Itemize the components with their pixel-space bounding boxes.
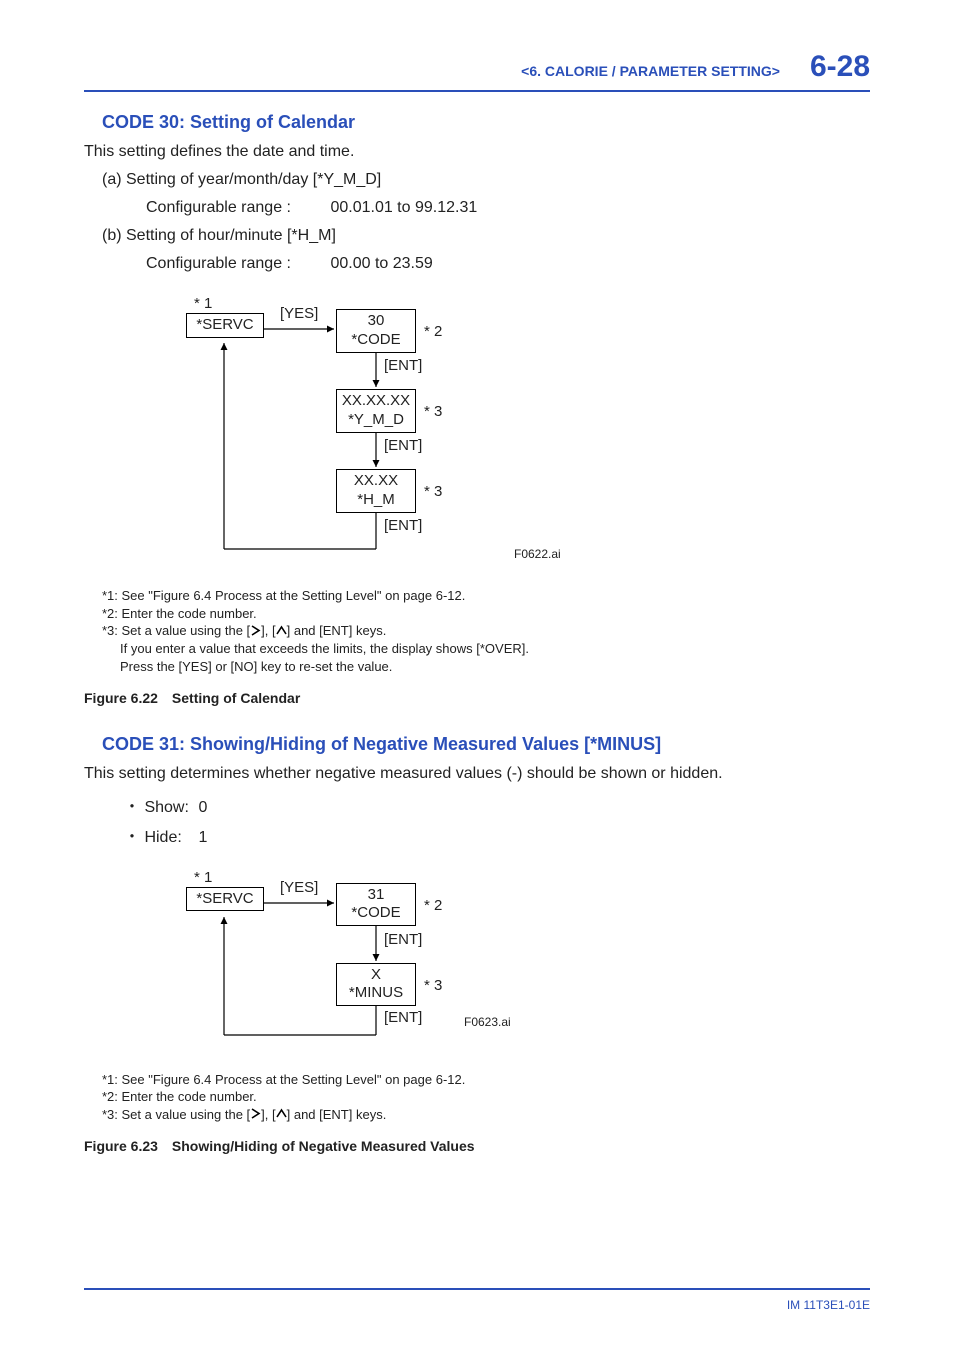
ent-label-1: [ENT] — [384, 357, 422, 374]
section-breadcrumb: <6. CALORIE / PARAMETER SETTING> — [521, 63, 780, 79]
page-number: 6-28 — [810, 50, 870, 84]
caret-icon — [276, 1106, 287, 1124]
note3c: Press the [YES] or [NO] key to re-set th… — [120, 658, 870, 676]
doc-id: IM 11T3E1-01E — [787, 1298, 870, 1312]
hm-top: XX.XX — [341, 472, 411, 491]
code-top: 30 — [341, 312, 411, 331]
hide-line: ・ Hide: 1 — [124, 823, 870, 847]
flow-img-ref: F0622.ai — [514, 547, 561, 561]
show-label: ・ Show: — [124, 793, 194, 817]
hm-bot: *H_M — [341, 491, 411, 510]
code30-item-b-cfg: Configurable range : 00.00 to 23.59 — [146, 255, 870, 273]
note3: *3: Set a value using the [], [] and [EN… — [102, 1106, 870, 1124]
minus-top: X — [341, 966, 411, 985]
cfg-value: 00.01.01 to 99.12.31 — [330, 199, 477, 216]
code-bot: *CODE — [341, 904, 411, 923]
ent-label-1: [ENT] — [384, 931, 422, 948]
ent-label-2: [ENT] — [384, 1009, 422, 1026]
code31-title-main: CODE 31: Showing/Hiding of Negative Meas… — [102, 734, 579, 754]
cfg-value: 00.00 to 23.59 — [330, 255, 432, 272]
code31-flowchart: * 1 *SERVC [YES] 31 *CODE * 2 [ENT] X *M… — [144, 865, 870, 1065]
code-top: 31 — [341, 886, 411, 905]
ymd-bot: *Y_M_D — [341, 411, 411, 430]
star3-label: * 3 — [424, 977, 442, 994]
star1-label: * 1 — [194, 295, 212, 312]
star1-label: * 1 — [194, 869, 212, 886]
yes-label: [YES] — [280, 305, 318, 322]
code30-item-a: (a) Setting of year/month/day [*Y_M_D] — [102, 171, 870, 189]
ymd-top: XX.XX.XX — [341, 392, 411, 411]
note3b: If you enter a value that exceeds the li… — [120, 640, 870, 658]
code31-intro: This setting determines whether negative… — [84, 765, 870, 783]
star2-label: * 2 — [424, 323, 442, 340]
note1: *1: See "Figure 6.4 Process at the Setti… — [102, 587, 870, 605]
note3: *3: Set a value using the [], [] and [EN… — [102, 622, 870, 640]
code31-footnotes: *1: See "Figure 6.4 Process at the Setti… — [102, 1071, 870, 1124]
ymd-box: XX.XX.XX *Y_M_D — [336, 389, 416, 433]
caret-icon — [276, 623, 287, 641]
yes-label: [YES] — [280, 879, 318, 896]
page-header: <6. CALORIE / PARAMETER SETTING> 6-28 — [84, 50, 870, 92]
gt-icon — [250, 623, 261, 641]
show-line: ・ Show: 0 — [124, 793, 870, 817]
show-val: 0 — [198, 799, 207, 816]
code31-caption: Figure 6.23 Showing/Hiding of Negative M… — [84, 1138, 870, 1154]
code30-item-a-cfg: Configurable range : 00.01.01 to 99.12.3… — [146, 199, 870, 217]
code30-footnotes: *1: See "Figure 6.4 Process at the Setti… — [102, 587, 870, 676]
star3a-label: * 3 — [424, 403, 442, 420]
footer-rule — [84, 1288, 870, 1290]
code31-title: CODE 31: Showing/Hiding of Negative Meas… — [102, 734, 870, 755]
star3b-label: * 3 — [424, 483, 442, 500]
hm-box: XX.XX *H_M — [336, 469, 416, 513]
cfg-label: Configurable range : — [146, 199, 326, 217]
gt-icon — [250, 1106, 261, 1124]
hide-label: ・ Hide: — [124, 823, 194, 847]
servc-box: *SERVC — [186, 313, 264, 338]
note1: *1: See "Figure 6.4 Process at the Setti… — [102, 1071, 870, 1089]
cfg-label: Configurable range : — [146, 255, 326, 273]
code30-intro: This setting defines the date and time. — [84, 143, 870, 161]
note2: *2: Enter the code number. — [102, 605, 870, 623]
code30-item-b: (b) Setting of hour/minute [*H_M] — [102, 227, 870, 245]
star2-label: * 2 — [424, 897, 442, 914]
code-bot: *CODE — [341, 331, 411, 350]
flow-img-ref: F0623.ai — [464, 1015, 511, 1029]
code30-caption: Figure 6.22 Setting of Calendar — [84, 690, 870, 706]
ent-label-3: [ENT] — [384, 517, 422, 534]
code30-flowchart: * 1 *SERVC [YES] 30 *CODE * 2 [ENT] XX.X… — [144, 291, 870, 581]
minus-box: X *MINUS — [336, 963, 416, 1007]
code-box: 31 *CODE — [336, 883, 416, 927]
code30-title: CODE 30: Setting of Calendar — [102, 112, 870, 133]
minus-bot: *MINUS — [341, 984, 411, 1003]
code-box: 30 *CODE — [336, 309, 416, 353]
hide-val: 1 — [198, 829, 207, 846]
servc-box: *SERVC — [186, 887, 264, 912]
note2: *2: Enter the code number. — [102, 1088, 870, 1106]
ent-label-2: [ENT] — [384, 437, 422, 454]
